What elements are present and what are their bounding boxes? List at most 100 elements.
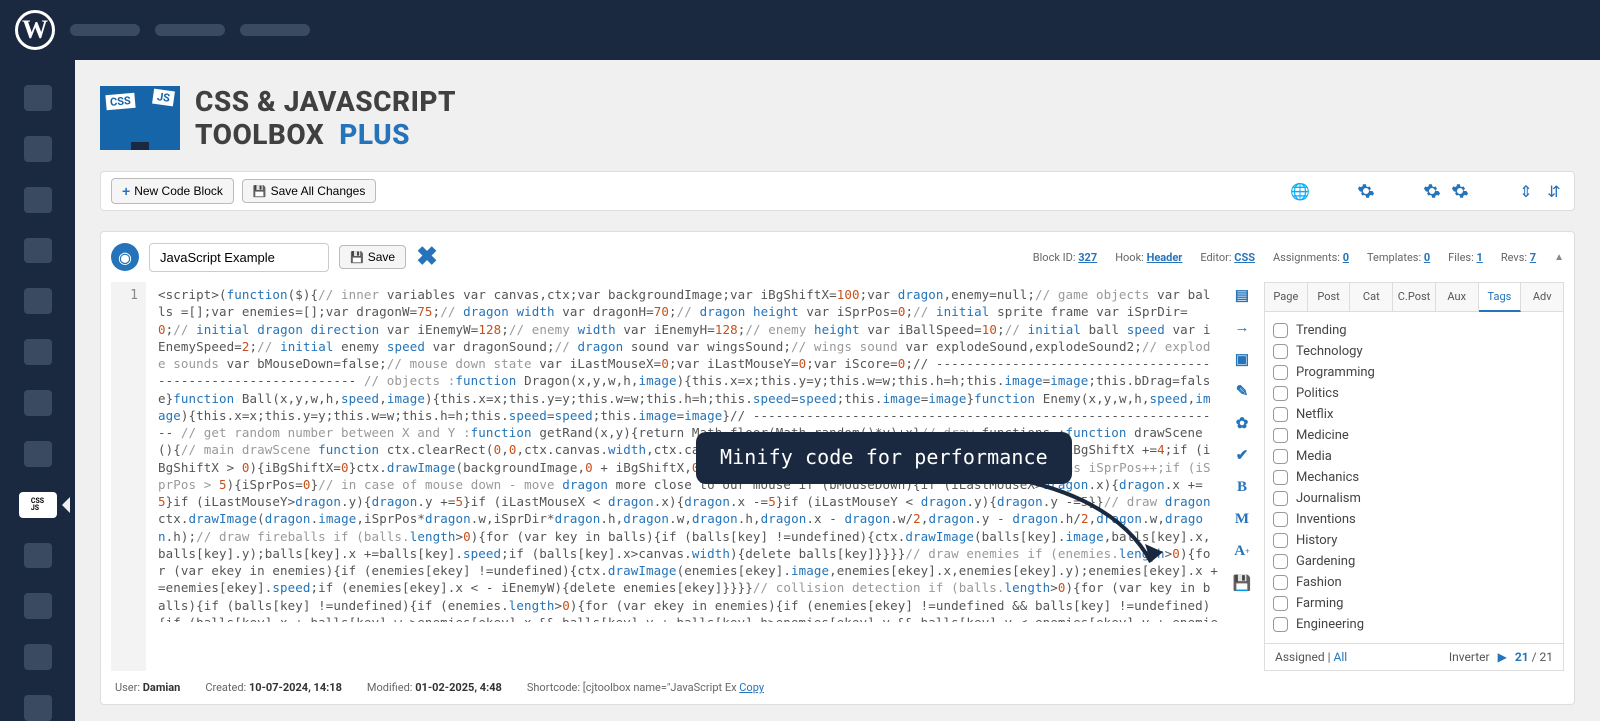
tag-label: Medicine [1296, 428, 1349, 443]
rail-menu-item[interactable] [24, 288, 52, 314]
edit-icon[interactable]: ✎ [1233, 382, 1251, 400]
tag-label: Journalism [1296, 491, 1361, 506]
hook-link[interactable]: Header [1147, 251, 1183, 264]
tool-icon[interactable]: ▣ [1233, 350, 1251, 368]
assignment-panel: PagePostCatC.PostAuxTagsAdv Trending Tech… [1264, 282, 1564, 671]
tag-list: Trending TechnologyProgrammingPoliticsNet… [1265, 312, 1563, 643]
check-icon[interactable]: ✔ [1233, 446, 1251, 464]
minify-icon[interactable]: M [1233, 510, 1251, 528]
tool-icon[interactable]: ▤ [1233, 286, 1251, 304]
checkbox-icon[interactable] [1273, 407, 1288, 422]
code-editor[interactable]: <script>(function($){// inner variables … [156, 282, 1220, 622]
inverter-toggle-icon[interactable]: ▶ [1498, 650, 1507, 664]
checkbox-icon[interactable] [1273, 365, 1288, 380]
checkbox-icon[interactable] [1273, 554, 1288, 569]
tab-post[interactable]: Post [1308, 283, 1351, 311]
tag-item[interactable]: Journalism [1273, 488, 1555, 509]
main-toolbar: New Code Block Save All Changes 🌐 ⇕ ⇵ [100, 171, 1575, 211]
rail-menu-item-cjtoolbox[interactable]: CSSJS [19, 492, 57, 518]
tab-tags[interactable]: Tags [1479, 283, 1522, 312]
tag-item[interactable]: Media [1273, 446, 1555, 467]
checkbox-icon[interactable] [1273, 386, 1288, 401]
copy-shortcode-link[interactable]: Copy [739, 681, 764, 694]
tag-item[interactable]: Netflix [1273, 404, 1555, 425]
font-icon[interactable]: A+ [1233, 542, 1251, 560]
tag-label: Trending [1296, 323, 1347, 338]
checkbox-icon[interactable] [1273, 533, 1288, 548]
tab-aux[interactable]: Aux [1436, 283, 1479, 311]
rail-menu-item[interactable] [24, 543, 52, 569]
tab-page[interactable]: Page [1265, 283, 1308, 311]
tab-cat[interactable]: Cat [1350, 283, 1393, 311]
tag-item[interactable]: Inventions [1273, 509, 1555, 530]
page-header: CSS JS CSS & JAVASCRIPT TOOLBOX PLUS [100, 85, 1575, 151]
block-type-icon[interactable]: ◉ [111, 243, 139, 271]
tag-item[interactable]: Farming [1273, 593, 1555, 614]
checkbox-icon[interactable] [1273, 323, 1288, 338]
templates-link[interactable]: 0 [1424, 251, 1430, 264]
assignments-link[interactable]: 0 [1343, 251, 1349, 264]
save-icon[interactable]: 💾 [1233, 574, 1251, 592]
tag-item[interactable]: Gardening [1273, 551, 1555, 572]
files-link[interactable]: 1 [1477, 251, 1483, 264]
checkbox-icon[interactable] [1273, 449, 1288, 464]
collapse-icon[interactable]: ⇵ [1544, 181, 1564, 201]
save-block-button[interactable]: Save [339, 245, 406, 269]
collapse-block-icon[interactable]: ▲ [1554, 252, 1564, 263]
tag-item[interactable]: History [1273, 530, 1555, 551]
tag-item[interactable]: Mechanics [1273, 467, 1555, 488]
editor-side-tools: ▤ → ▣ ✎ ✿ ✔ B M A+ 💾 [1230, 282, 1254, 671]
rail-menu-item[interactable] [24, 695, 52, 721]
block-header: ◉ Save ✖ Block ID: 327 Hook: Header Edit… [111, 242, 1564, 272]
revs-link[interactable]: 7 [1530, 251, 1536, 264]
expand-icon[interactable]: ⇕ [1516, 181, 1536, 201]
tag-item[interactable]: Trending [1273, 320, 1555, 341]
checkbox-icon[interactable] [1273, 512, 1288, 527]
rail-menu-item[interactable] [24, 238, 52, 264]
tag-item[interactable]: Engineering [1273, 614, 1555, 635]
line-gutter: 1 [111, 282, 146, 671]
tool-icon[interactable]: → [1233, 318, 1251, 336]
tag-item[interactable]: Medicine [1273, 425, 1555, 446]
tag-item[interactable]: Programming [1273, 362, 1555, 383]
tag-item[interactable]: Technology [1273, 341, 1555, 362]
editor-link[interactable]: CSS [1234, 251, 1255, 264]
checkbox-icon[interactable] [1273, 344, 1288, 359]
checkbox-icon[interactable] [1273, 575, 1288, 590]
tag-label: Farming [1296, 596, 1344, 611]
rail-menu-item[interactable] [24, 644, 52, 670]
block-id-link[interactable]: 327 [1078, 251, 1097, 264]
admin-top-bar: W [0, 0, 1600, 60]
checkbox-icon[interactable] [1273, 428, 1288, 443]
delete-block-icon[interactable]: ✖ [416, 242, 438, 272]
rail-menu-item[interactable] [24, 339, 52, 365]
gear-icon[interactable]: ✿ [1233, 414, 1251, 432]
wordpress-logo-icon[interactable]: W [15, 10, 55, 50]
tag-item[interactable]: Fashion [1273, 572, 1555, 593]
checkbox-icon[interactable] [1273, 470, 1288, 485]
bold-icon[interactable]: B [1233, 478, 1251, 496]
checkbox-icon[interactable] [1273, 491, 1288, 506]
gear-icon[interactable] [1450, 181, 1470, 201]
new-code-block-button[interactable]: New Code Block [111, 178, 234, 204]
checkbox-icon[interactable] [1273, 596, 1288, 611]
save-all-button[interactable]: Save All Changes [242, 179, 376, 203]
topbar-placeholder [70, 24, 140, 36]
rail-menu-item[interactable] [24, 593, 52, 619]
gear-icon[interactable] [1356, 181, 1376, 201]
block-footer: User: Damian Created: 10-07-2024, 14:18 … [111, 671, 1564, 694]
rail-menu-item[interactable] [24, 85, 52, 111]
tab-adv[interactable]: Adv [1521, 283, 1563, 311]
rail-menu-item[interactable] [24, 187, 52, 213]
gear-icon[interactable] [1422, 181, 1442, 201]
rail-menu-item[interactable] [24, 390, 52, 416]
rail-menu-item[interactable] [24, 441, 52, 467]
topbar-placeholder [240, 24, 310, 36]
block-name-input[interactable] [149, 243, 329, 272]
globe-icon[interactable]: 🌐 [1290, 181, 1310, 201]
tag-item[interactable]: Politics [1273, 383, 1555, 404]
all-link[interactable]: All [1334, 650, 1348, 664]
checkbox-icon[interactable] [1273, 617, 1288, 632]
tab-c-post[interactable]: C.Post [1393, 283, 1436, 311]
rail-menu-item[interactable] [24, 136, 52, 162]
